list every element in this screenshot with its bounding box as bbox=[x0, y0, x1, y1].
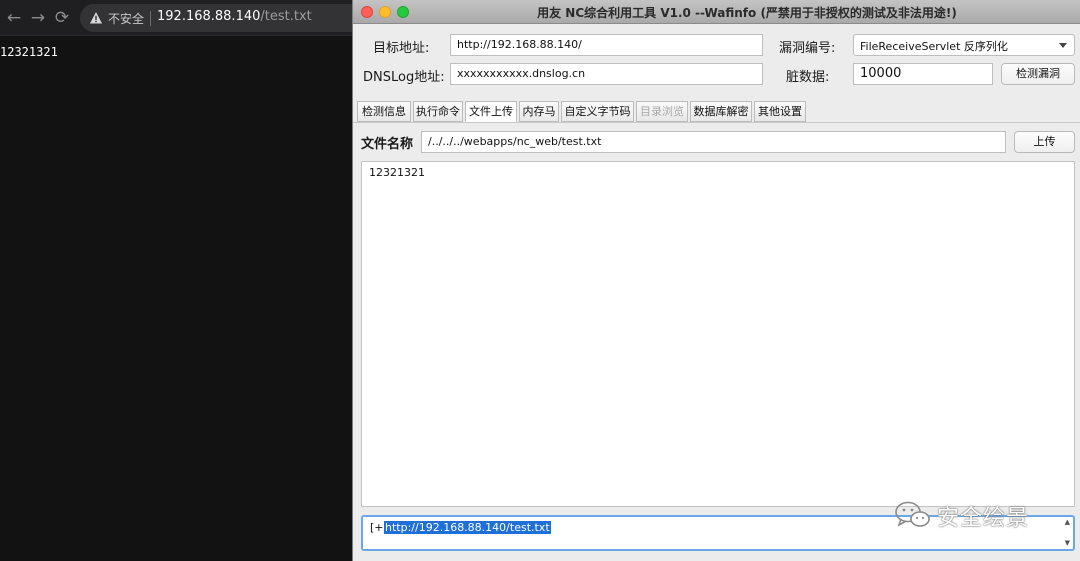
vuln-select[interactable]: FileReceiveServlet 反序列化 bbox=[853, 34, 1075, 56]
target-label: 目标地址: bbox=[373, 41, 430, 56]
upload-button[interactable]: 上传 bbox=[1014, 131, 1075, 153]
dirty-data-input[interactable]: 10000 bbox=[853, 63, 993, 85]
scroll-down-icon[interactable]: ▼ bbox=[1065, 539, 1070, 547]
wechat-icon bbox=[895, 501, 930, 527]
chevron-down-icon bbox=[1059, 43, 1067, 48]
page-content: 12321321 bbox=[0, 45, 58, 59]
tab-dir-browse: 目录浏览 bbox=[636, 101, 688, 122]
forward-icon[interactable]: → bbox=[28, 8, 48, 28]
watermark-text: 安全绘景 bbox=[937, 506, 1030, 531]
tab-custom-bytecode[interactable]: 自定义字节码 bbox=[561, 101, 634, 122]
vuln-select-value: FileReceiveServlet 反序列化 bbox=[860, 40, 1008, 53]
tool-window: 用友 NC综合利用工具 V1.0 --Wafinfo (严禁用于非授权的测试及非… bbox=[352, 0, 1080, 561]
address-separator bbox=[150, 11, 151, 26]
security-label[interactable]: 不安全 bbox=[108, 10, 144, 27]
vuln-label: 漏洞编号: bbox=[779, 41, 836, 56]
url-text[interactable]: 192.168.88.140/test.txt bbox=[157, 9, 312, 24]
scroll-up-icon[interactable]: ▲ bbox=[1065, 518, 1070, 526]
desktop: ← → ⟳ 不安全 192.168.88.140/test.txt 123213… bbox=[0, 0, 1080, 561]
tab-db-decrypt[interactable]: 数据库解密 bbox=[690, 101, 752, 122]
dirty-data-label: 脏数据: bbox=[786, 70, 830, 85]
reload-icon[interactable]: ⟳ bbox=[52, 8, 72, 28]
tab-strip-divider bbox=[353, 122, 1080, 123]
title-bar: 用友 NC综合利用工具 V1.0 --Wafinfo (严禁用于非授权的测试及非… bbox=[353, 0, 1080, 24]
target-url-input[interactable]: http://192.168.88.140/ bbox=[450, 34, 763, 56]
tab-memory-shell[interactable]: 内存马 bbox=[519, 101, 559, 122]
filename-input[interactable]: /../../../webapps/nc_web/test.txt bbox=[421, 131, 1006, 153]
watermark: 安全绘景 bbox=[893, 498, 1053, 532]
tab-other-settings[interactable]: 其他设置 bbox=[754, 101, 806, 122]
warning-icon bbox=[90, 12, 102, 24]
dnslog-label: DNSLog地址: bbox=[363, 70, 445, 85]
window-title: 用友 NC综合利用工具 V1.0 --Wafinfo (严禁用于非授权的测试及非… bbox=[537, 6, 957, 20]
check-vuln-button[interactable]: 检测漏洞 bbox=[1001, 63, 1075, 85]
tab-exec-command[interactable]: 执行命令 bbox=[413, 101, 463, 122]
address-bar[interactable]: 不安全 192.168.88.140/test.txt bbox=[80, 4, 370, 32]
tab-detect-info[interactable]: 检测信息 bbox=[357, 101, 411, 122]
dnslog-input[interactable]: xxxxxxxxxxx.dnslog.cn bbox=[450, 63, 763, 85]
filename-label: 文件名称 bbox=[361, 137, 414, 152]
file-content-textarea[interactable]: 12321321 bbox=[361, 161, 1075, 507]
back-icon[interactable]: ← bbox=[4, 8, 24, 28]
url-path: /test.txt bbox=[260, 9, 312, 24]
url-host: 192.168.88.140 bbox=[157, 9, 261, 24]
file-content-text: 12321321 bbox=[369, 166, 425, 179]
log-url-selected[interactable]: http://192.168.88.140/test.txt bbox=[384, 521, 551, 534]
tab-file-upload[interactable]: 文件上传 bbox=[465, 101, 517, 122]
minimize-window-button[interactable] bbox=[379, 6, 391, 18]
close-window-button[interactable] bbox=[361, 6, 373, 18]
zoom-window-button[interactable] bbox=[397, 6, 409, 18]
